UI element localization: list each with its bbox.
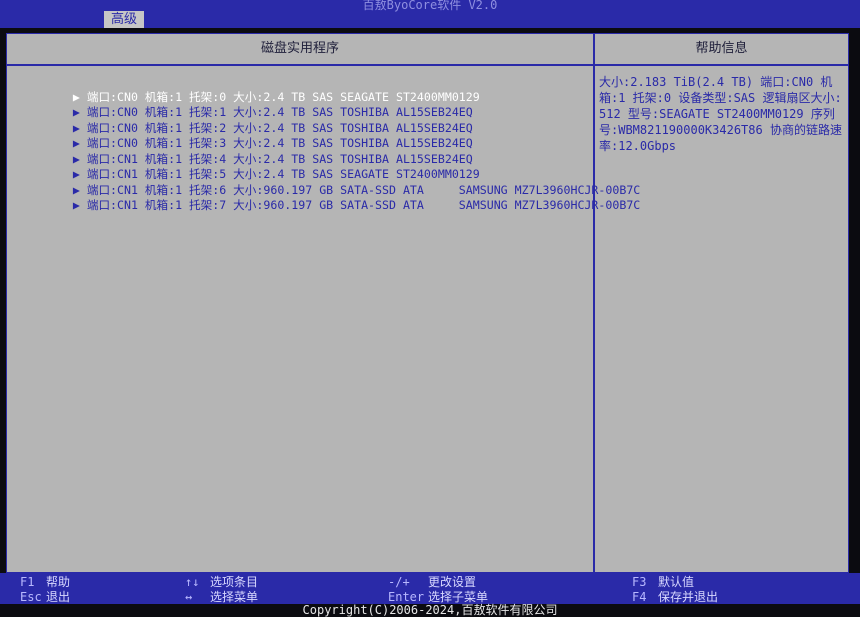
disk-item-label: 端口:CN0 机箱:1 托架:2 大小:2.4 TB SAS TOSHIBA A… [86,120,473,135]
key-label: F1 [20,575,35,589]
triangle-right-icon: ▶ [72,182,80,197]
disk-item-label: 端口:CN1 机箱:1 托架:7 大小:960.197 GB SATA-SSD … [86,198,641,212]
key-label: -/+ [388,575,410,589]
triangle-right-icon: ▶ [72,105,80,119]
disk-utility-panel: 磁盘实用程序 ▶ 端口:CN0 机箱:1 托架:0 大小:2.4 TB SAS S… [7,34,640,572]
title-bar: 百敖ByoCore软件 V2.0 高级 [0,0,860,28]
triangle-right-icon: ▶ [72,136,80,150]
triangle-right-icon: ▶ [72,198,80,212]
triangle-right-icon: ▶ [72,167,80,181]
disk-item-label: 端口:CN1 机箱:1 托架:6 大小:960.197 GB SATA-SSD … [86,182,641,197]
key-desc: 选择菜单 [210,590,259,604]
main-frame: 磁盘实用程序 ▶ 端口:CN0 机箱:1 托架:0 大小:2.4 TB SAS S… [6,33,849,573]
key-label: F3 [632,575,647,589]
help-text: 大小:2.183 TiB(2.4 TB) 端口:CN0 机箱:1 托架:0 设备… [599,75,842,153]
triangle-right-icon: ▶ [72,151,80,166]
tab-advanced[interactable]: 高级 [104,11,144,28]
disk-item-label: 端口:CN1 机箱:1 托架:5 大小:2.4 TB SAS SEAGATE S… [86,167,480,181]
disk-item-label: 端口:CN0 机箱:1 托架:0 大小:2.4 TB SAS SEAGATE S… [86,89,480,104]
key-desc: 退出 [46,590,71,604]
disk-item-0[interactable]: ▶ 端口:CN0 机箱:1 托架:0 大小:2.4 TB SAS SEAGATE … [7,74,593,104]
key-desc: 更改设置 [428,575,477,589]
key-desc: 选择子菜单 [428,590,489,604]
panel-title: 磁盘实用程序 [7,34,593,66]
key-label: ↑↓ [185,575,200,589]
help-panel: 帮助信息 大小:2.183 TiB(2.4 TB) 端口:CN0 机箱:1 托架… [595,34,848,572]
triangle-right-icon: ▶ [72,89,80,104]
key-label: Enter [388,590,425,604]
disk-item-label: 端口:CN0 机箱:1 托架:1 大小:2.4 TB SAS TOSHIBA A… [86,105,473,119]
help-title: 帮助信息 [595,34,848,66]
disk-list: ▶ 端口:CN0 机箱:1 托架:0 大小:2.4 TB SAS SEAGATE … [7,66,640,213]
key-desc: 保存并退出 [658,590,719,604]
key-label: Esc [20,590,42,604]
key-desc: 选项条目 [210,575,259,589]
triangle-right-icon: ▶ [72,120,80,135]
disk-item-label: 端口:CN0 机箱:1 托架:3 大小:2.4 TB SAS TOSHIBA A… [86,136,473,150]
key-label: ↔ [185,590,193,604]
key-desc: 默认值 [658,575,695,589]
disk-item-label: 端口:CN1 机箱:1 托架:4 大小:2.4 TB SAS TOSHIBA A… [86,151,473,166]
key-label: F4 [632,590,647,604]
copyright-text: Copyright(C)2006-2024,百敖软件有限公司 [302,603,558,617]
key-desc: 帮助 [46,575,71,589]
key-help-bar: F1 帮助 Esc 退出 ↑↓ 选项条目 ↔ 选择菜单 -/+ 更改设置 Enter 选择子… [0,573,860,604]
